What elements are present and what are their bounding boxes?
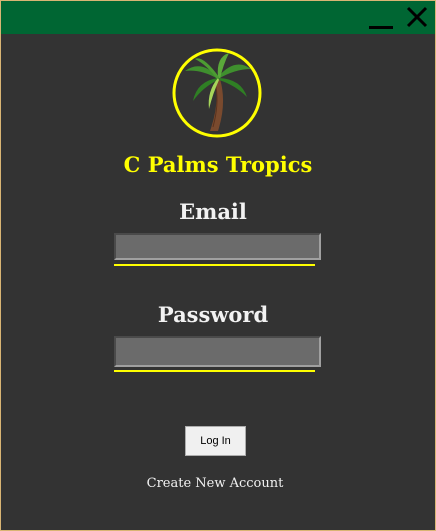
password-label: Password [157, 302, 269, 327]
email-field[interactable] [114, 233, 321, 260]
minimize-icon [369, 26, 393, 29]
title-bar[interactable] [1, 1, 435, 34]
email-underline [114, 264, 315, 266]
email-label: Email [179, 199, 247, 224]
palm-tree-icon [172, 48, 262, 138]
password-field[interactable] [114, 336, 321, 367]
login-button[interactable]: Log In [185, 426, 246, 456]
minimize-button[interactable] [367, 5, 397, 31]
brand-title: C Palms Tropics [123, 152, 313, 177]
close-button[interactable] [403, 5, 433, 31]
password-underline [114, 370, 315, 372]
close-icon [406, 6, 428, 28]
create-account-link[interactable]: Create New Account [1, 476, 429, 491]
login-window: C Palms Tropics Email Password Log In Cr… [0, 0, 436, 531]
